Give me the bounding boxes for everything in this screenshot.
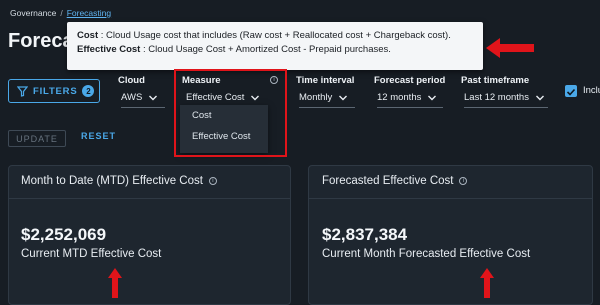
cloud-select[interactable]: AWS — [121, 92, 165, 108]
tooltip-cost-definition: : Cloud Usage cost that includes (Raw co… — [98, 30, 451, 41]
card-title-row: Forecasted Effective Cost i — [322, 175, 468, 187]
update-button[interactable]: UPDATE — [8, 130, 66, 147]
measure-highlight-box — [174, 69, 287, 157]
measure-tooltip: Cost : Cloud Usage cost that includes (R… — [67, 22, 483, 70]
annotation-arrow-up-icon — [480, 268, 494, 298]
tooltip-cost-term: Cost — [77, 30, 99, 41]
time-interval-value: Monthly — [299, 92, 333, 103]
forecast-period-select[interactable]: 12 months — [377, 92, 443, 108]
annotation-arrow-left-icon — [486, 38, 534, 58]
include-label: Inclu — [583, 85, 600, 96]
mtd-effective-cost-card: Month to Date (MTD) Effective Cost i $2,… — [8, 165, 291, 305]
chevron-down-icon — [149, 95, 158, 100]
card-subtitle: Current MTD Effective Cost — [21, 248, 162, 260]
chevron-down-icon — [428, 95, 437, 100]
tooltip-effective-cost-definition: : Cloud Usage Cost + Amortized Cost - Pr… — [140, 44, 391, 55]
breadcrumb-current[interactable]: Forecasting — [67, 8, 111, 18]
card-value: $2,252,069 — [21, 225, 107, 244]
reset-button[interactable]: RESET — [81, 131, 116, 141]
cloud-value: AWS — [121, 92, 143, 103]
card-title-row: Month to Date (MTD) Effective Cost i — [21, 175, 217, 187]
past-timeframe-select[interactable]: Last 12 months — [464, 92, 548, 108]
chevron-down-icon — [535, 95, 544, 100]
chevron-down-icon — [339, 95, 348, 100]
filters-button[interactable]: FILTERS 2 — [8, 79, 100, 103]
past-timeframe-label: Past timeframe — [461, 75, 530, 86]
forecasted-effective-cost-card: Forecasted Effective Cost i $2,837,384 C… — [308, 165, 593, 305]
time-interval-label: Time interval — [296, 75, 355, 86]
time-interval-select[interactable]: Monthly — [299, 92, 355, 108]
card-subtitle: Current Month Forecasted Effective Cost — [322, 248, 531, 260]
card-divider — [9, 198, 290, 199]
card-title: Forecasted Effective Cost — [322, 175, 454, 187]
card-divider — [309, 198, 592, 199]
filters-count-badge: 2 — [82, 85, 95, 97]
breadcrumb-root[interactable]: Governance — [10, 8, 56, 18]
filter-icon — [17, 85, 28, 97]
forecast-period-value: 12 months — [377, 92, 422, 103]
cloud-label: Cloud — [118, 75, 145, 86]
card-value: $2,837,384 — [322, 225, 408, 244]
info-icon[interactable]: i — [208, 177, 217, 185]
forecast-period-label: Forecast period — [374, 75, 446, 86]
include-checkbox[interactable] — [565, 85, 577, 97]
info-icon[interactable]: i — [459, 177, 468, 185]
breadcrumb: Governance / Forecasting — [10, 8, 111, 18]
checkmark-icon — [566, 88, 576, 96]
card-title: Month to Date (MTD) Effective Cost — [21, 175, 203, 187]
breadcrumb-separator: / — [60, 8, 63, 18]
filters-label: FILTERS — [33, 85, 78, 97]
tooltip-effective-cost-term: Effective Cost — [77, 44, 141, 55]
annotation-arrow-up-icon — [108, 268, 122, 298]
past-timeframe-value: Last 12 months — [464, 92, 529, 103]
